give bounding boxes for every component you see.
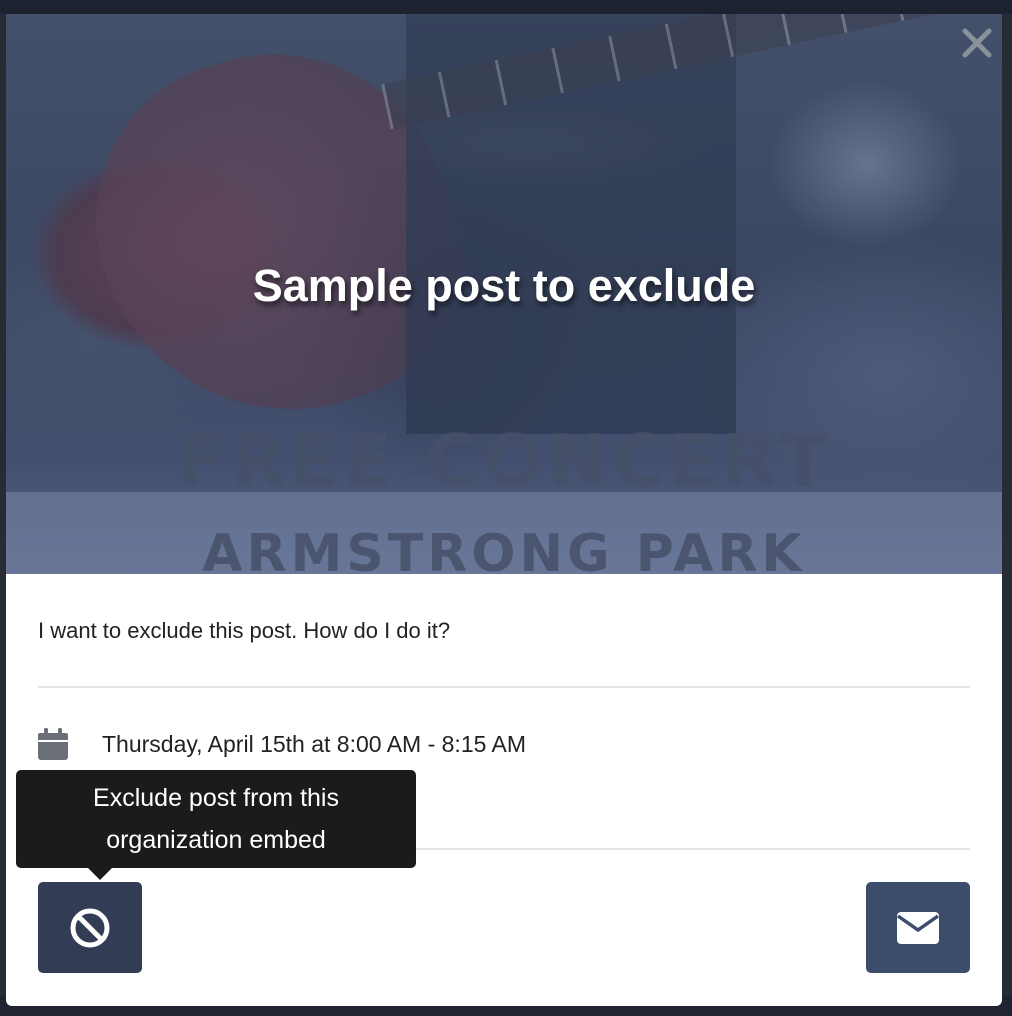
post-modal: FREE CONCERT ARMSTRONG PARK Sample post … (6, 14, 1002, 1006)
post-hero-image: FREE CONCERT ARMSTRONG PARK Sample post … (6, 14, 1002, 574)
ban-icon (70, 908, 110, 947)
envelope-icon (897, 911, 939, 944)
calendar-icon (38, 728, 68, 760)
exclude-tooltip: Exclude post from this organization embe… (16, 770, 416, 880)
post-title: Sample post to exclude (252, 260, 756, 311)
tooltip-arrow (88, 868, 112, 880)
exclude-post-button[interactable] (38, 882, 142, 973)
poster-text-line-1: FREE CONCERT (177, 419, 831, 503)
email-button[interactable] (866, 882, 970, 973)
close-icon (962, 28, 992, 58)
post-description: I want to exclude this post. How do I do… (38, 618, 451, 643)
tooltip-line-1: Exclude post from this (93, 784, 339, 812)
post-date-time: Thursday, April 15th at 8:00 AM - 8:15 A… (102, 730, 527, 757)
close-button[interactable] (960, 26, 994, 60)
post-date-row: Thursday, April 15th at 8:00 AM - 8:15 A… (38, 728, 526, 760)
tooltip-line-2: organization embed (106, 826, 326, 854)
divider (38, 686, 970, 688)
poster-text-line-2: ARMSTRONG PARK (202, 524, 806, 574)
